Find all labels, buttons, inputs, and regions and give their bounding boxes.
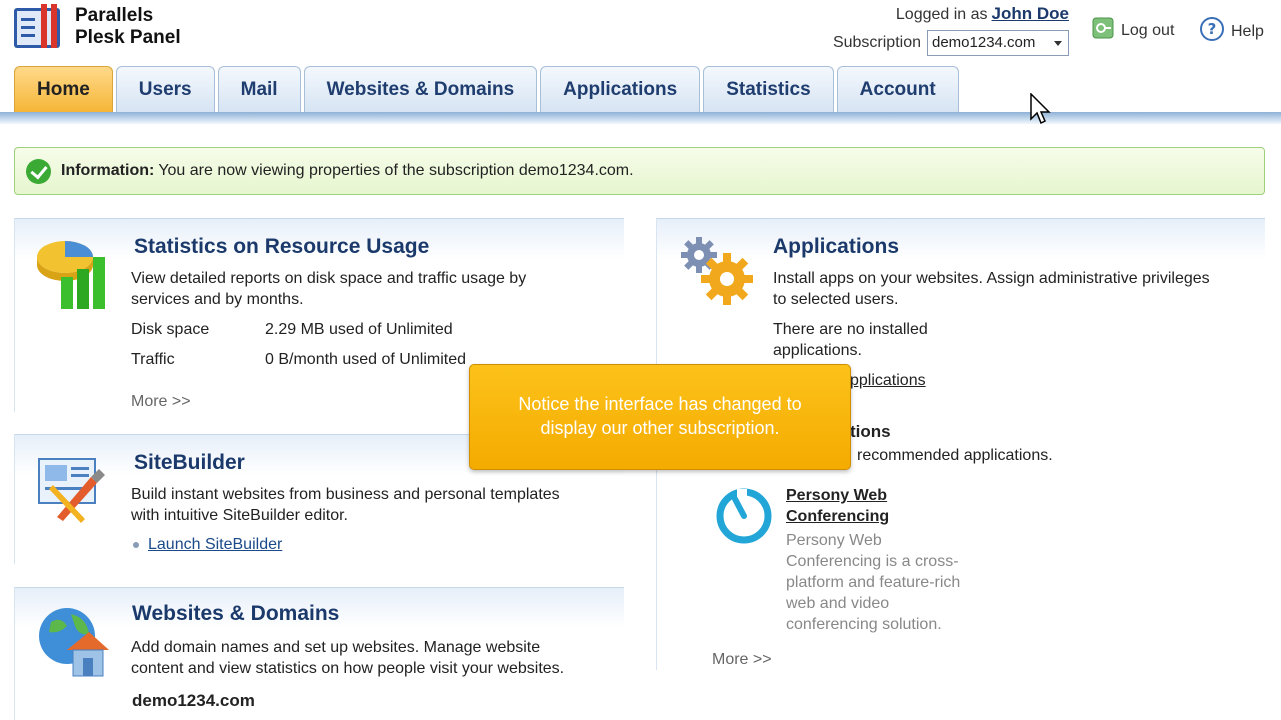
no-apps-text-1: There are no installed (773, 321, 928, 338)
user-name-link[interactable]: John Doe (992, 4, 1069, 23)
persony-icon (715, 487, 773, 550)
help-label: Help (1231, 22, 1264, 40)
plesk-logo-icon (13, 4, 63, 50)
disk-space-value: 2.29 MB used of Unlimited (265, 321, 453, 338)
statistics-more-link[interactable]: More >> (131, 393, 191, 411)
info-message: Information: You are now viewing propert… (14, 147, 1265, 195)
statistics-desc-2: services and by months. (131, 291, 304, 308)
applications-title: Applications (773, 235, 900, 258)
websites-domains-panel: Websites & Domains Add domain names and … (14, 587, 624, 720)
sitebuilder-desc-2: with intuitive SiteBuilder editor. (131, 507, 348, 524)
app-name-line2: Plesk Panel (75, 27, 181, 48)
subscription-label: Subscription (832, 34, 921, 51)
recommended-text: recommended applications. (857, 447, 1053, 464)
domain-name[interactable]: demo1234.com (132, 691, 255, 711)
sitebuilder-desc-1: Build instant websites from business and… (131, 486, 560, 503)
main-tabs: Home Users Mail Websites & Domains Appli… (14, 66, 959, 112)
recommended-title: tions (850, 422, 891, 441)
mouse-cursor-icon (1030, 92, 1052, 130)
tutorial-callout: Notice the interface has changed to disp… (469, 364, 851, 470)
statistics-desc-1: View detailed reports on disk space and … (131, 270, 527, 287)
logged-in-label: Logged in as (895, 6, 988, 23)
tab-users[interactable]: Users (115, 66, 215, 112)
traffic-label: Traffic (131, 351, 175, 368)
persony-desc-3: platform and feature-rich (786, 574, 961, 591)
globe-house-icon (37, 606, 111, 683)
tab-bar-divider (0, 112, 1281, 124)
persony-desc-5: conferencing solution. (786, 616, 942, 633)
launch-sitebuilder-link[interactable]: Launch SiteBuilder (148, 536, 282, 553)
applications-more-link[interactable]: More >> (712, 651, 772, 669)
disk-space-label: Disk space (131, 321, 210, 338)
logout-icon (1091, 16, 1115, 45)
info-label: Information: (61, 162, 155, 179)
sitebuilder-title: SiteBuilder (134, 451, 245, 474)
tab-mail[interactable]: Mail (217, 66, 301, 112)
help-link[interactable]: ? Help (1199, 16, 1264, 47)
logout-label: Log out (1121, 21, 1175, 39)
applications-link[interactable]: pplications (850, 370, 926, 391)
no-apps-text-2: applications. (773, 342, 862, 359)
callout-line-2: display our other subscription. (540, 418, 780, 438)
websites-desc-2: content and view statistics on how peopl… (131, 660, 565, 677)
statistics-title: Statistics on Resource Usage (134, 235, 430, 258)
user-area: Logged in as John Doe Subscription demo12… (833, 4, 1069, 56)
persony-link-1[interactable]: Persony Web (786, 485, 887, 506)
app-name-line1: Parallels (75, 5, 154, 26)
statistics-chart-icon (35, 235, 113, 316)
persony-link-2[interactable]: Conferencing (786, 506, 889, 527)
applications-desc-2: to selected users. (773, 291, 899, 308)
gears-icon (679, 235, 755, 314)
websites-desc-1: Add domain names and set up websites. Ma… (131, 639, 541, 656)
info-text: You are now viewing properties of the su… (158, 162, 634, 179)
persony-desc-2: Conferencing is a cross- (786, 553, 959, 570)
launch-sitebuilder-item: Launch SiteBuilder (133, 536, 282, 554)
applications-desc-1: Install apps on your websites. Assign ad… (773, 270, 1210, 287)
traffic-value: 0 B/month used of Unlimited (265, 351, 466, 368)
tab-home[interactable]: Home (14, 66, 113, 112)
persony-desc-4: web and video (786, 595, 890, 612)
tab-applications[interactable]: Applications (540, 66, 701, 112)
success-check-icon (26, 158, 51, 184)
tab-account[interactable]: Account (836, 66, 959, 112)
bullet-icon (133, 541, 139, 548)
persony-desc-1: Persony Web (786, 532, 882, 549)
tab-statistics[interactable]: Statistics (703, 66, 834, 112)
subscription-value: demo1234.com (932, 34, 1036, 51)
sitebuilder-icon (37, 455, 107, 528)
subscription-select[interactable]: demo1234.com (927, 30, 1069, 56)
websites-title: Websites & Domains (132, 602, 340, 625)
app-logo: Parallels Plesk Panel (13, 4, 181, 50)
callout-line-1: Notice the interface has changed to (518, 394, 802, 414)
svg-text:?: ? (1208, 20, 1217, 38)
tab-websites-domains[interactable]: Websites & Domains (303, 66, 538, 112)
chevron-down-icon (1054, 41, 1062, 46)
logout-link[interactable]: Log out (1091, 16, 1174, 45)
help-icon: ? (1199, 16, 1225, 47)
